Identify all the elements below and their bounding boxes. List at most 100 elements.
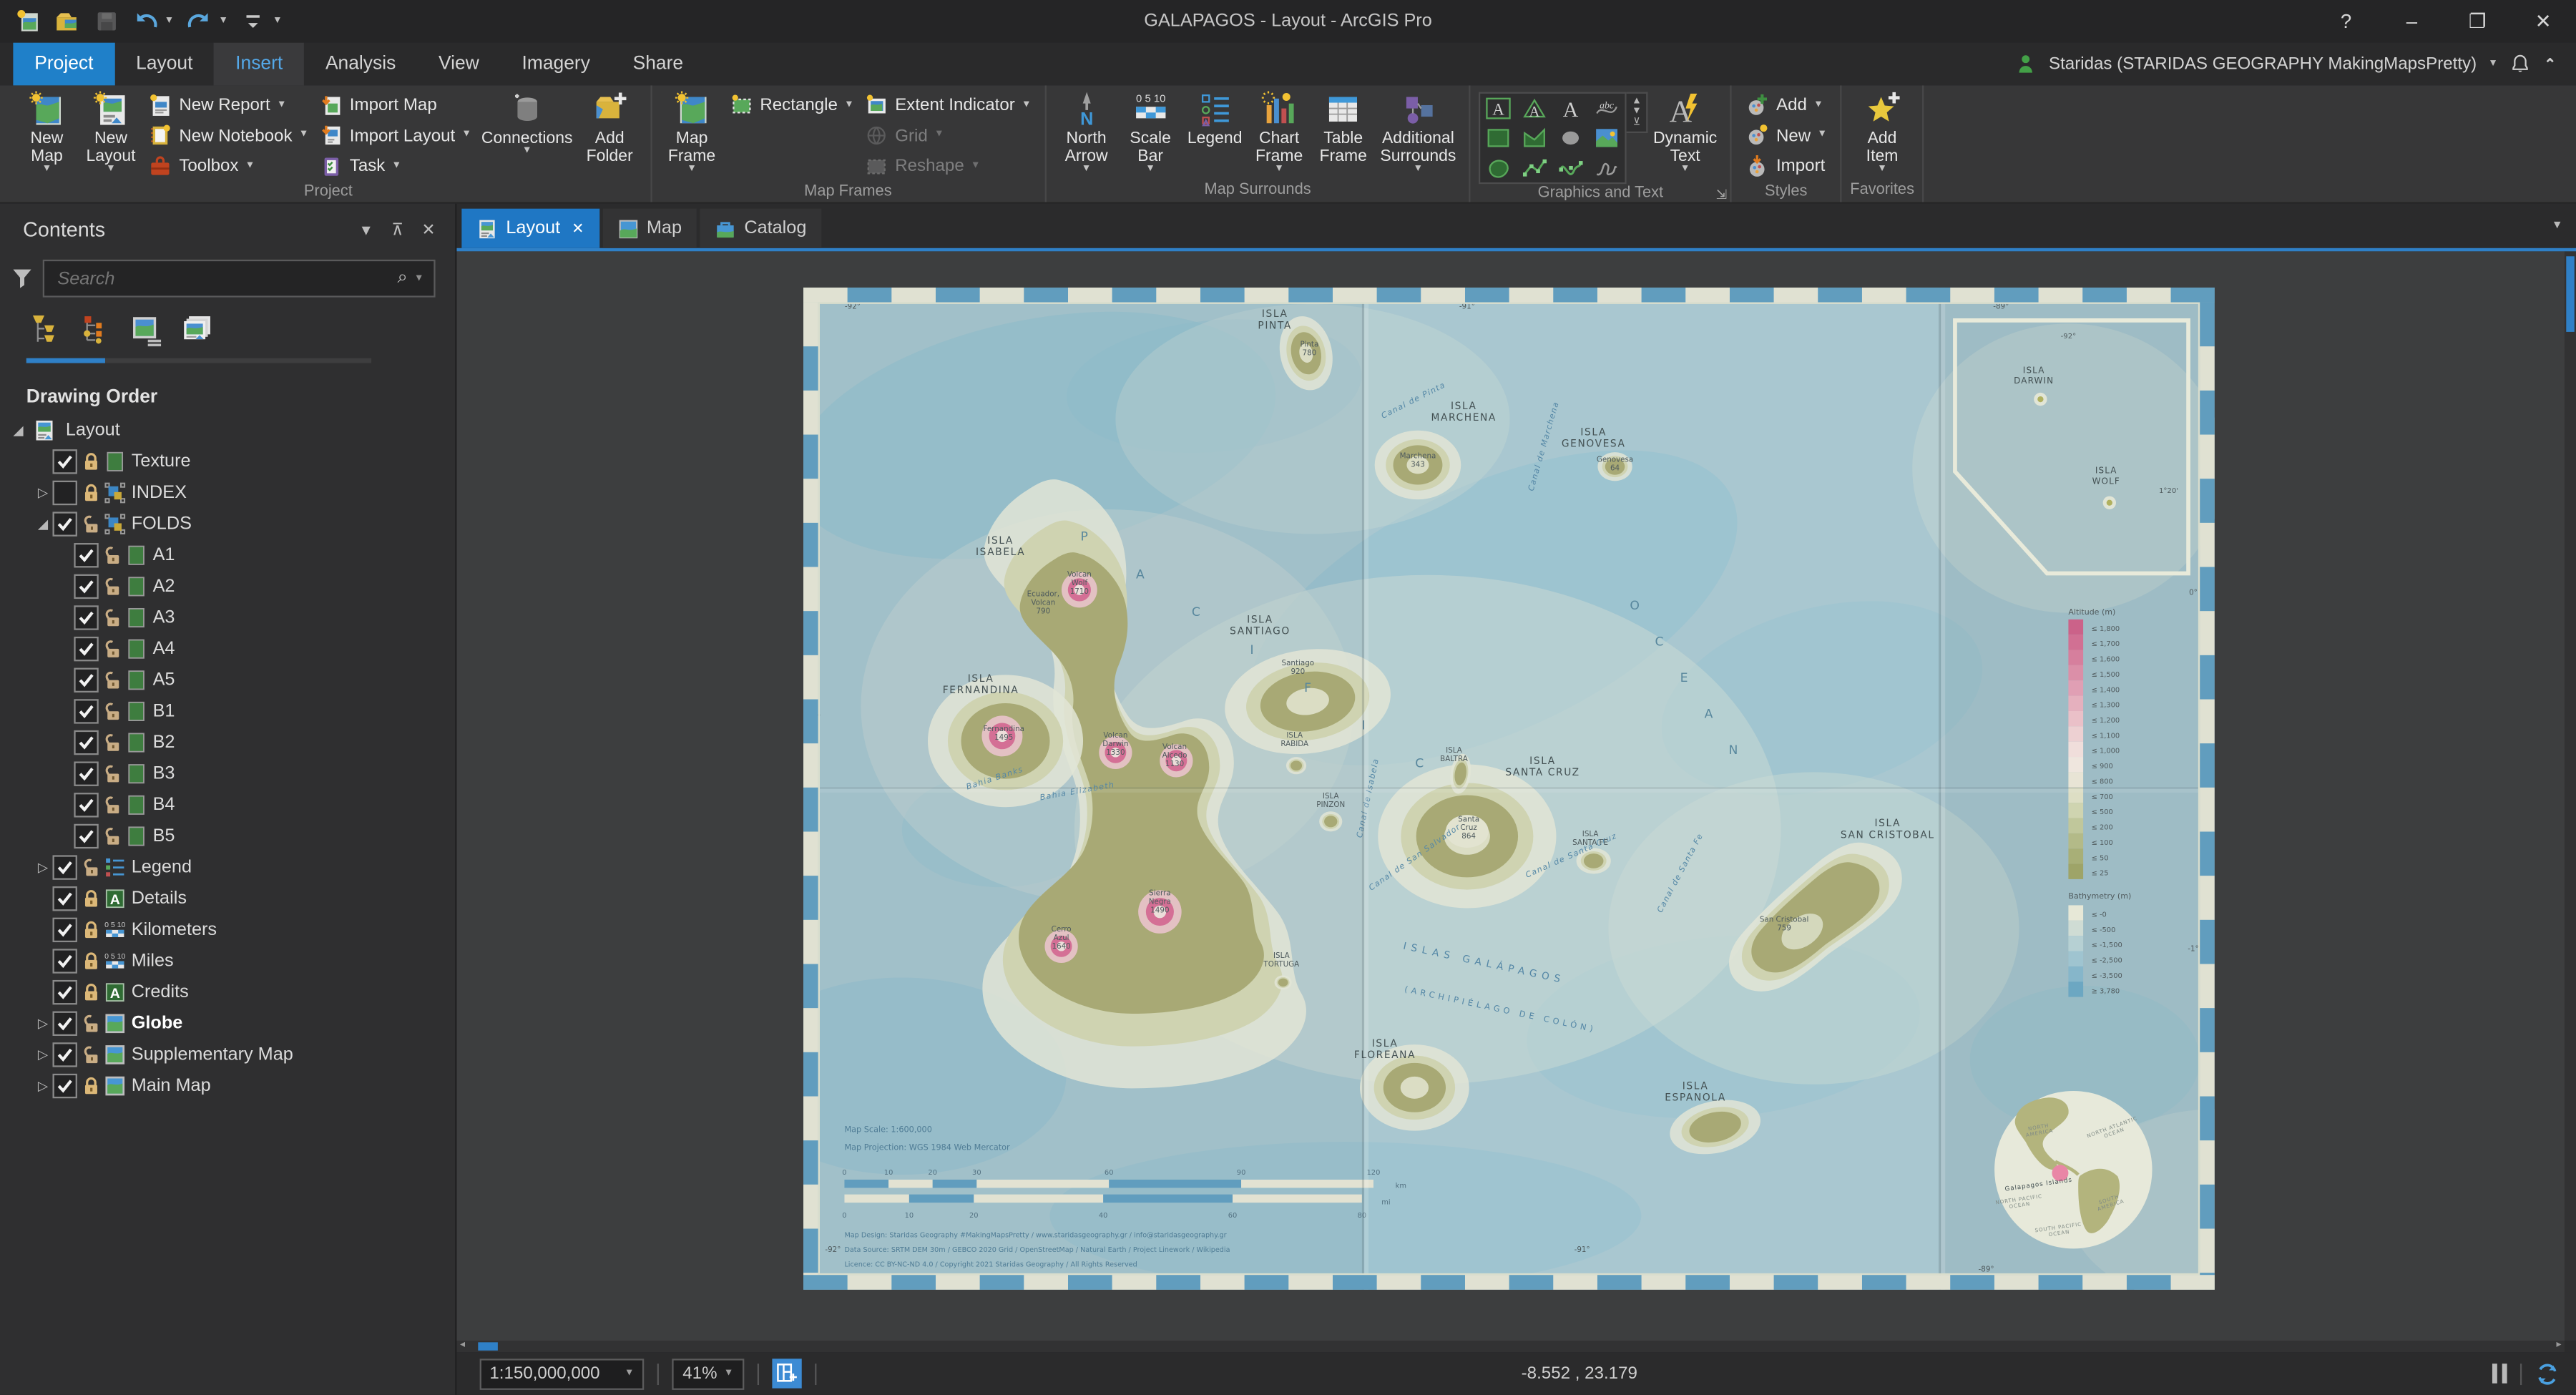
layer-row-b5[interactable]: B5 <box>0 820 455 851</box>
layer-row-folds[interactable]: ◢ FOLDS <box>0 508 455 539</box>
layer-label[interactable]: Layout <box>66 420 120 440</box>
view-tab-catalog[interactable]: Catalog <box>700 208 822 248</box>
ribbon-button-chart-frame[interactable]: Chart Frame ▼ <box>1247 87 1311 175</box>
open-project-icon[interactable] <box>52 6 80 34</box>
gallery-item-polygon-vertices-icon[interactable] <box>1517 123 1553 152</box>
layer-label[interactable]: B3 <box>153 763 175 783</box>
visibility-checkbox[interactable] <box>74 667 99 692</box>
locked-lock-icon[interactable] <box>81 481 102 503</box>
layer-label[interactable]: B1 <box>153 700 175 720</box>
search-input[interactable] <box>54 267 398 290</box>
expander-icon[interactable]: ▷ <box>38 859 48 874</box>
ribbon-button-new[interactable]: New ▼ <box>1740 121 1832 151</box>
layer-row-index[interactable]: ▷ INDEX <box>0 476 455 508</box>
view-mode-layouts-icon[interactable] <box>179 312 217 350</box>
dialog-launcher-icon[interactable]: ⇲ <box>1716 187 1727 202</box>
layer-row-main-map[interactable]: ▷ Main Map <box>0 1070 455 1101</box>
layer-row-a5[interactable]: A5 <box>0 664 455 695</box>
layer-row-kilometers[interactable]: 0 5 10 Kilometers <box>0 914 455 945</box>
ribbon-button-add[interactable]: Add ▼ <box>1740 90 1832 120</box>
visibility-checkbox[interactable] <box>74 729 99 755</box>
search-icon[interactable]: ⌕ <box>397 268 407 289</box>
ribbon-button-connections[interactable]: Connections ▼ <box>476 87 577 157</box>
unlocked-lock-icon[interactable] <box>102 637 123 659</box>
new-project-icon[interactable] <box>13 6 41 34</box>
ribbon-button-add-folder[interactable]: Add Folder <box>577 87 642 167</box>
ribbon-button-task[interactable]: Task ▼ <box>313 151 476 181</box>
gallery-item-text-icon[interactable]: A <box>1553 94 1590 123</box>
horizontal-scrollbar[interactable]: ◂ ▸ <box>456 1341 2565 1353</box>
ribbon-button-import-map[interactable]: Import Map <box>313 90 476 120</box>
layer-label[interactable]: A1 <box>153 544 175 564</box>
layer-row-credits[interactable]: A Credits <box>0 976 455 1007</box>
expander-icon[interactable]: ▷ <box>38 1047 48 1062</box>
visibility-checkbox[interactable] <box>52 511 77 536</box>
ribbon-button-new-map[interactable]: New Map ▼ <box>15 87 79 175</box>
visibility-checkbox[interactable] <box>52 1010 77 1035</box>
visibility-checkbox[interactable] <box>74 760 99 785</box>
filter-funnel-icon[interactable] <box>10 266 34 290</box>
customize-icon[interactable] <box>240 6 268 34</box>
ribbon-button-map-frame[interactable]: Map Frame ▼ <box>660 87 724 175</box>
gallery-scrollbar[interactable]: ▲ ▼ ⊻ <box>1627 92 1649 134</box>
visibility-checkbox[interactable] <box>52 979 77 1004</box>
visibility-checkbox[interactable] <box>74 542 99 567</box>
vertical-scrollbar[interactable] <box>2564 251 2576 1341</box>
ribbon-tab-share[interactable]: Share <box>612 43 705 86</box>
undo-caret-icon[interactable]: ▼ <box>165 16 175 26</box>
layer-label[interactable]: Credits <box>132 982 189 1002</box>
pane-pin-icon[interactable]: ⊼ <box>391 221 403 239</box>
gallery-item-paragraph-text-icon[interactable]: A <box>1481 94 1517 123</box>
scroll-right-icon[interactable]: ▸ <box>2556 1341 2561 1352</box>
layer-row-a3[interactable]: A3 <box>0 602 455 633</box>
scroll-left-icon[interactable]: ◂ <box>460 1341 465 1352</box>
layer-row-b1[interactable]: B1 <box>0 695 455 726</box>
unlocked-lock-icon[interactable] <box>102 731 123 753</box>
unlocked-lock-icon[interactable] <box>102 575 123 597</box>
help-button[interactable]: ? <box>2313 0 2379 43</box>
ribbon-button-new-report[interactable]: New Report ▼ <box>143 90 313 120</box>
ribbon-button-scale-bar[interactable]: 0 5 10 Scale Bar ▼ <box>1118 87 1182 175</box>
view-mode-drawing-order-icon[interactable] <box>26 312 64 350</box>
layer-label[interactable]: Miles <box>132 951 174 971</box>
refresh-view-icon[interactable] <box>2535 1361 2560 1386</box>
locked-lock-icon[interactable] <box>81 919 102 940</box>
layer-row-layout[interactable]: ◢ Layout <box>0 414 455 446</box>
layer-row-a1[interactable]: A1 <box>0 539 455 570</box>
layer-label[interactable]: Texture <box>132 451 191 471</box>
ribbon-button-additional-surrounds[interactable]: Additional Surrounds ▼ <box>1376 87 1461 175</box>
expander-icon[interactable]: ▷ <box>38 484 48 499</box>
layer-label[interactable]: Kilometers <box>132 919 217 939</box>
layer-label[interactable]: A3 <box>153 607 175 627</box>
ribbon-tab-insert[interactable]: Insert <box>214 42 305 86</box>
layer-label[interactable]: INDEX <box>132 482 187 502</box>
gallery-item-rectangle-icon[interactable] <box>1481 123 1517 152</box>
expander-icon[interactable]: ▷ <box>38 1015 48 1030</box>
view-tab-map[interactable]: Map <box>602 208 697 248</box>
undo-icon[interactable] <box>132 6 160 34</box>
visibility-checkbox[interactable] <box>74 635 99 661</box>
ribbon-button-dynamic-text[interactable]: A Dynamic Text ▼ <box>1648 87 1722 175</box>
tab-list-caret-icon[interactable]: ▼ <box>2552 220 2563 232</box>
layer-row-texture[interactable]: Texture <box>0 445 455 476</box>
expander-icon[interactable]: ◢ <box>38 516 48 531</box>
view-mode-element-types-icon[interactable] <box>77 312 115 350</box>
gallery-item-lasso-polygon-icon[interactable] <box>1481 153 1517 182</box>
unlocked-lock-icon[interactable] <box>81 1012 102 1034</box>
layer-label[interactable]: B5 <box>153 826 175 846</box>
layer-label[interactable]: Supplementary Map <box>132 1044 293 1064</box>
expander-icon[interactable]: ▷ <box>38 1078 48 1093</box>
unlocked-lock-icon[interactable] <box>81 1043 102 1064</box>
gallery-item-curved-text-icon[interactable]: abc <box>1589 94 1625 123</box>
gallery-item-line-icon[interactable] <box>1517 153 1553 182</box>
view-mode-map-frames-icon[interactable] <box>128 312 166 350</box>
locked-lock-icon[interactable] <box>81 981 102 1002</box>
collapse-ribbon-icon[interactable]: ⌃ <box>2544 55 2556 73</box>
visibility-checkbox[interactable] <box>74 698 99 723</box>
ribbon-button-add-item[interactable]: Add Item ▼ <box>1850 87 1914 175</box>
visibility-checkbox[interactable] <box>52 1042 77 1067</box>
visibility-checkbox[interactable] <box>52 448 77 474</box>
unlocked-lock-icon[interactable] <box>102 544 123 565</box>
ribbon-button-legend[interactable]: Legend <box>1182 87 1247 148</box>
layer-label[interactable]: A2 <box>153 576 175 596</box>
